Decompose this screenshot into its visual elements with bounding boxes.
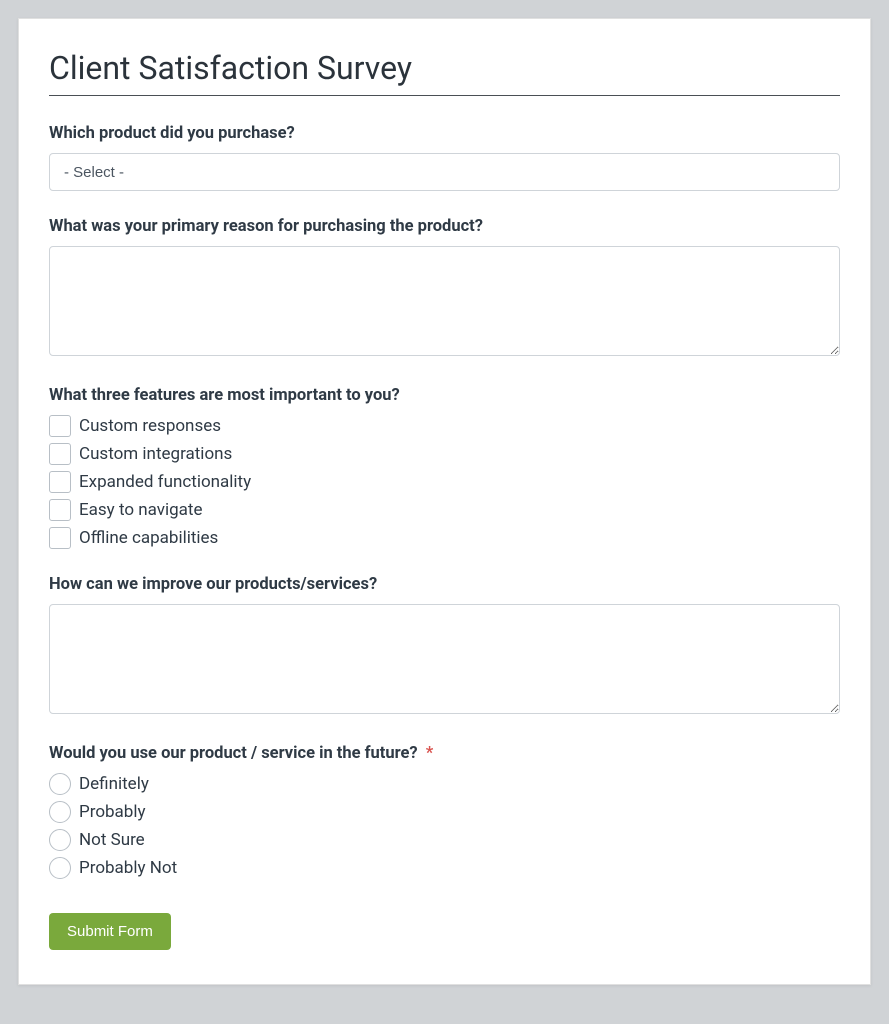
checkbox-option[interactable]: Custom integrations xyxy=(49,443,840,465)
select-wrapper: - Select - xyxy=(49,153,840,191)
survey-form: Client Satisfaction Survey Which product… xyxy=(18,18,871,985)
required-asterisk-icon: * xyxy=(426,744,434,763)
product-select[interactable]: - Select - xyxy=(49,153,840,191)
checkbox-option[interactable]: Easy to navigate xyxy=(49,499,840,521)
option-label: Expanded functionality xyxy=(79,472,251,492)
option-label: Custom responses xyxy=(79,416,221,436)
question-label: Which product did you purchase? xyxy=(49,124,840,143)
radio-icon[interactable] xyxy=(49,829,71,851)
radio-icon[interactable] xyxy=(49,801,71,823)
checkbox-list: Custom responses Custom integrations Exp… xyxy=(49,415,840,549)
checkbox-icon[interactable] xyxy=(49,443,71,465)
option-label: Definitely xyxy=(79,774,149,794)
question-important-features: What three features are most important t… xyxy=(49,386,840,549)
radio-icon[interactable] xyxy=(49,857,71,879)
question-label: Would you use our product / service in t… xyxy=(49,744,840,763)
checkbox-option[interactable]: Offline capabilities xyxy=(49,527,840,549)
submit-button[interactable]: Submit Form xyxy=(49,913,171,950)
question-label: What three features are most important t… xyxy=(49,386,840,405)
form-title: Client Satisfaction Survey xyxy=(49,49,840,96)
question-label: How can we improve our products/services… xyxy=(49,575,840,594)
primary-reason-textarea[interactable] xyxy=(49,246,840,356)
option-label: Custom integrations xyxy=(79,444,232,464)
checkbox-icon[interactable] xyxy=(49,415,71,437)
question-label: What was your primary reason for purchas… xyxy=(49,217,840,236)
question-improvements: How can we improve our products/services… xyxy=(49,575,840,718)
radio-option[interactable]: Probably Not xyxy=(49,857,840,879)
checkbox-icon[interactable] xyxy=(49,527,71,549)
radio-list: Definitely Probably Not Sure Probably No… xyxy=(49,773,840,879)
checkbox-option[interactable]: Custom responses xyxy=(49,415,840,437)
option-label: Probably Not xyxy=(79,858,177,878)
question-primary-reason: What was your primary reason for purchas… xyxy=(49,217,840,360)
option-label: Probably xyxy=(79,802,146,822)
option-label: Not Sure xyxy=(79,830,145,850)
checkbox-icon[interactable] xyxy=(49,499,71,521)
radio-option[interactable]: Probably xyxy=(49,801,840,823)
radio-option[interactable]: Not Sure xyxy=(49,829,840,851)
checkbox-icon[interactable] xyxy=(49,471,71,493)
question-label-text: Would you use our product / service in t… xyxy=(49,744,418,763)
option-label: Easy to navigate xyxy=(79,500,203,520)
radio-icon[interactable] xyxy=(49,773,71,795)
option-label: Offline capabilities xyxy=(79,528,218,548)
radio-option[interactable]: Definitely xyxy=(49,773,840,795)
checkbox-option[interactable]: Expanded functionality xyxy=(49,471,840,493)
question-future-use: Would you use our product / service in t… xyxy=(49,744,840,879)
question-product-purchased: Which product did you purchase? - Select… xyxy=(49,124,840,191)
improvements-textarea[interactable] xyxy=(49,604,840,714)
